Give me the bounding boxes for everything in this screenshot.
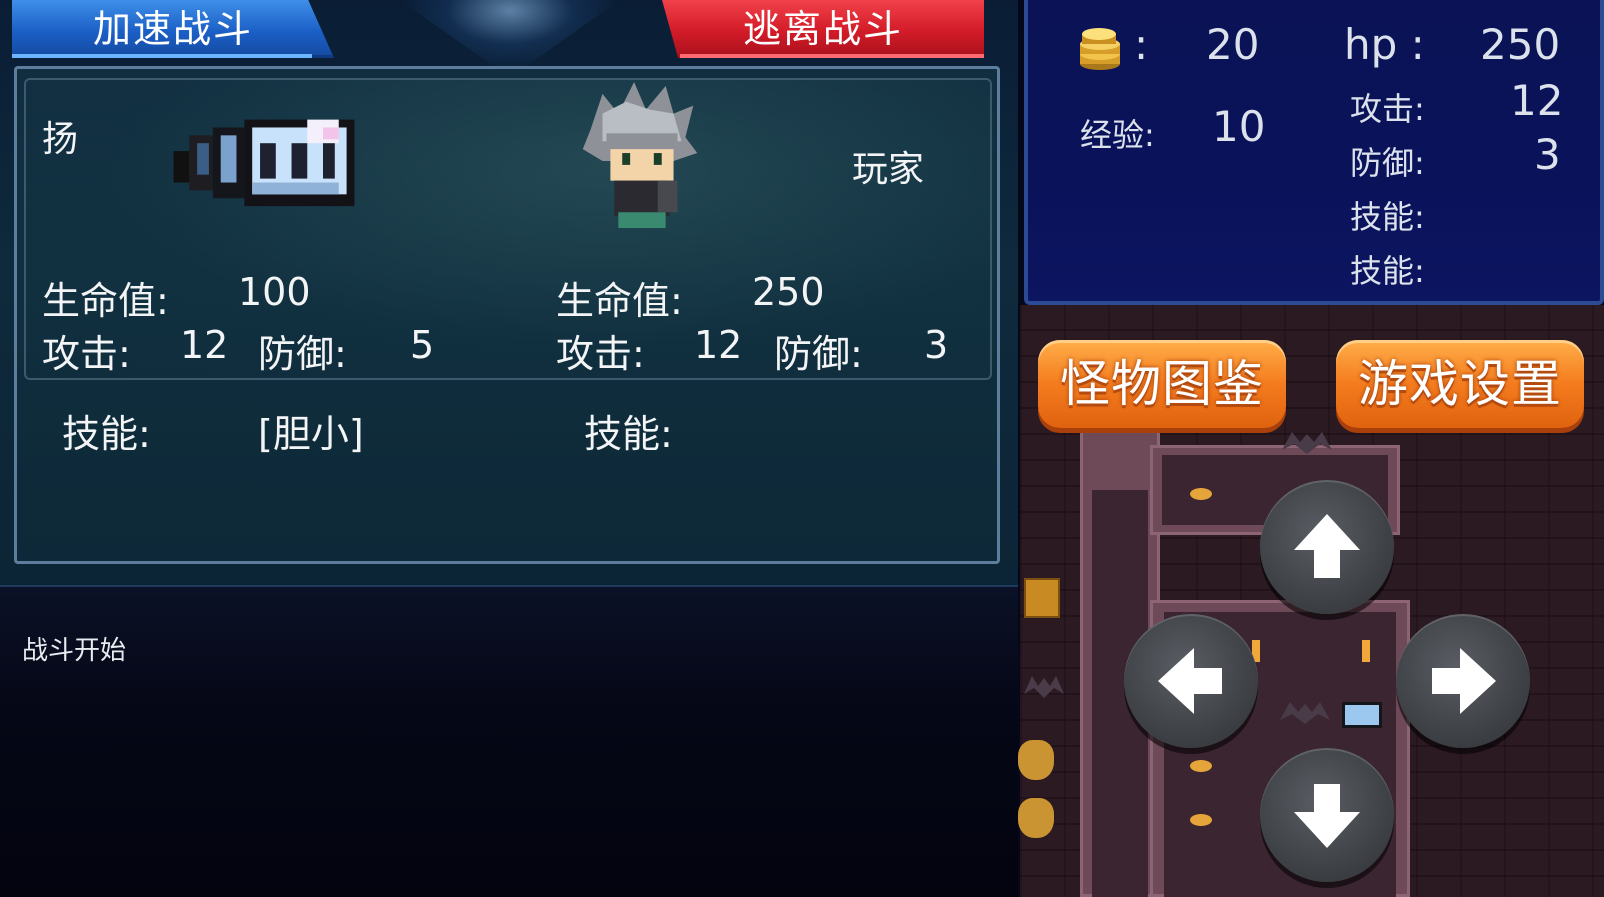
gold-separator: : [1134, 20, 1149, 69]
exp-value: 10 [1212, 102, 1266, 151]
player-name: 玩家 [852, 149, 925, 190]
enemy-atk-value: 12 [180, 323, 229, 367]
player-sprite-icon [578, 82, 702, 232]
player-def-value: 3 [924, 323, 949, 367]
status-atk-value: 12 [1510, 76, 1564, 125]
player-atk-value: 12 [694, 323, 743, 367]
enemy-skill-label: 技能: [62, 412, 151, 456]
enemy-def-label: 防御: [258, 332, 347, 376]
treasure-chest-icon [1024, 578, 1060, 618]
item-bag-icon [1018, 740, 1054, 780]
arrow-right-icon [1432, 648, 1496, 714]
torch-icon [1362, 640, 1370, 662]
move-up-button[interactable] [1260, 480, 1394, 614]
item-bag-icon [1018, 798, 1054, 838]
hp-value: 250 [1480, 20, 1561, 69]
status-skill1-label: 技能: [1350, 198, 1425, 236]
move-down-button[interactable] [1260, 748, 1394, 882]
arrow-left-icon [1158, 648, 1222, 714]
status-skill2-label: 技能: [1350, 252, 1425, 290]
battle-log-panel [0, 587, 1018, 897]
player-hp-label: 生命值: [556, 279, 683, 323]
move-left-button[interactable] [1124, 614, 1258, 748]
player-atk-label: 攻击: [556, 332, 645, 376]
arrow-up-icon [1294, 514, 1360, 578]
bat-monster-icon [1024, 672, 1064, 702]
bat-monster-icon [1280, 698, 1330, 728]
enemy-def-value: 5 [410, 323, 435, 367]
escape-battle-button[interactable]: 逃离战斗 [662, 0, 984, 58]
status-def-value: 3 [1534, 130, 1561, 179]
enemy-hp-value: 100 [238, 270, 311, 314]
player-def-label: 防御: [774, 332, 863, 376]
monster-book-button[interactable]: 怪物图鉴 [1038, 340, 1286, 428]
move-right-button[interactable] [1396, 614, 1530, 748]
enemy-skill-value: [胆小] [258, 412, 364, 456]
speed-button-underline [12, 54, 312, 58]
gold-value: 20 [1206, 20, 1260, 69]
escape-button-underline [680, 54, 984, 58]
gold-coins-icon [1076, 24, 1126, 72]
slime-monster-icon [1342, 702, 1382, 728]
gold-coin-icon [1190, 814, 1212, 826]
player-hp-value: 250 [752, 270, 825, 314]
game-settings-button[interactable]: 游戏设置 [1336, 340, 1584, 428]
bat-monster-icon [1282, 428, 1332, 458]
enemy-sprite-icon [172, 96, 356, 214]
player-skill-label: 技能: [584, 412, 673, 456]
enemy-hp-label: 生命值: [42, 279, 169, 323]
exp-label: 经验: [1080, 116, 1155, 154]
enemy-name: 扬 [42, 119, 79, 160]
speed-up-battle-button[interactable]: 加速战斗 [12, 0, 334, 58]
gold-coin-icon [1190, 760, 1212, 772]
status-def-label: 防御: [1350, 144, 1425, 182]
gold-coin-icon [1190, 488, 1212, 500]
arrow-down-icon [1294, 784, 1360, 848]
hp-label: hp : [1344, 20, 1425, 69]
battle-log-message: 战斗开始 [22, 636, 127, 666]
status-atk-label: 攻击: [1350, 90, 1425, 128]
enemy-atk-label: 攻击: [42, 332, 131, 376]
